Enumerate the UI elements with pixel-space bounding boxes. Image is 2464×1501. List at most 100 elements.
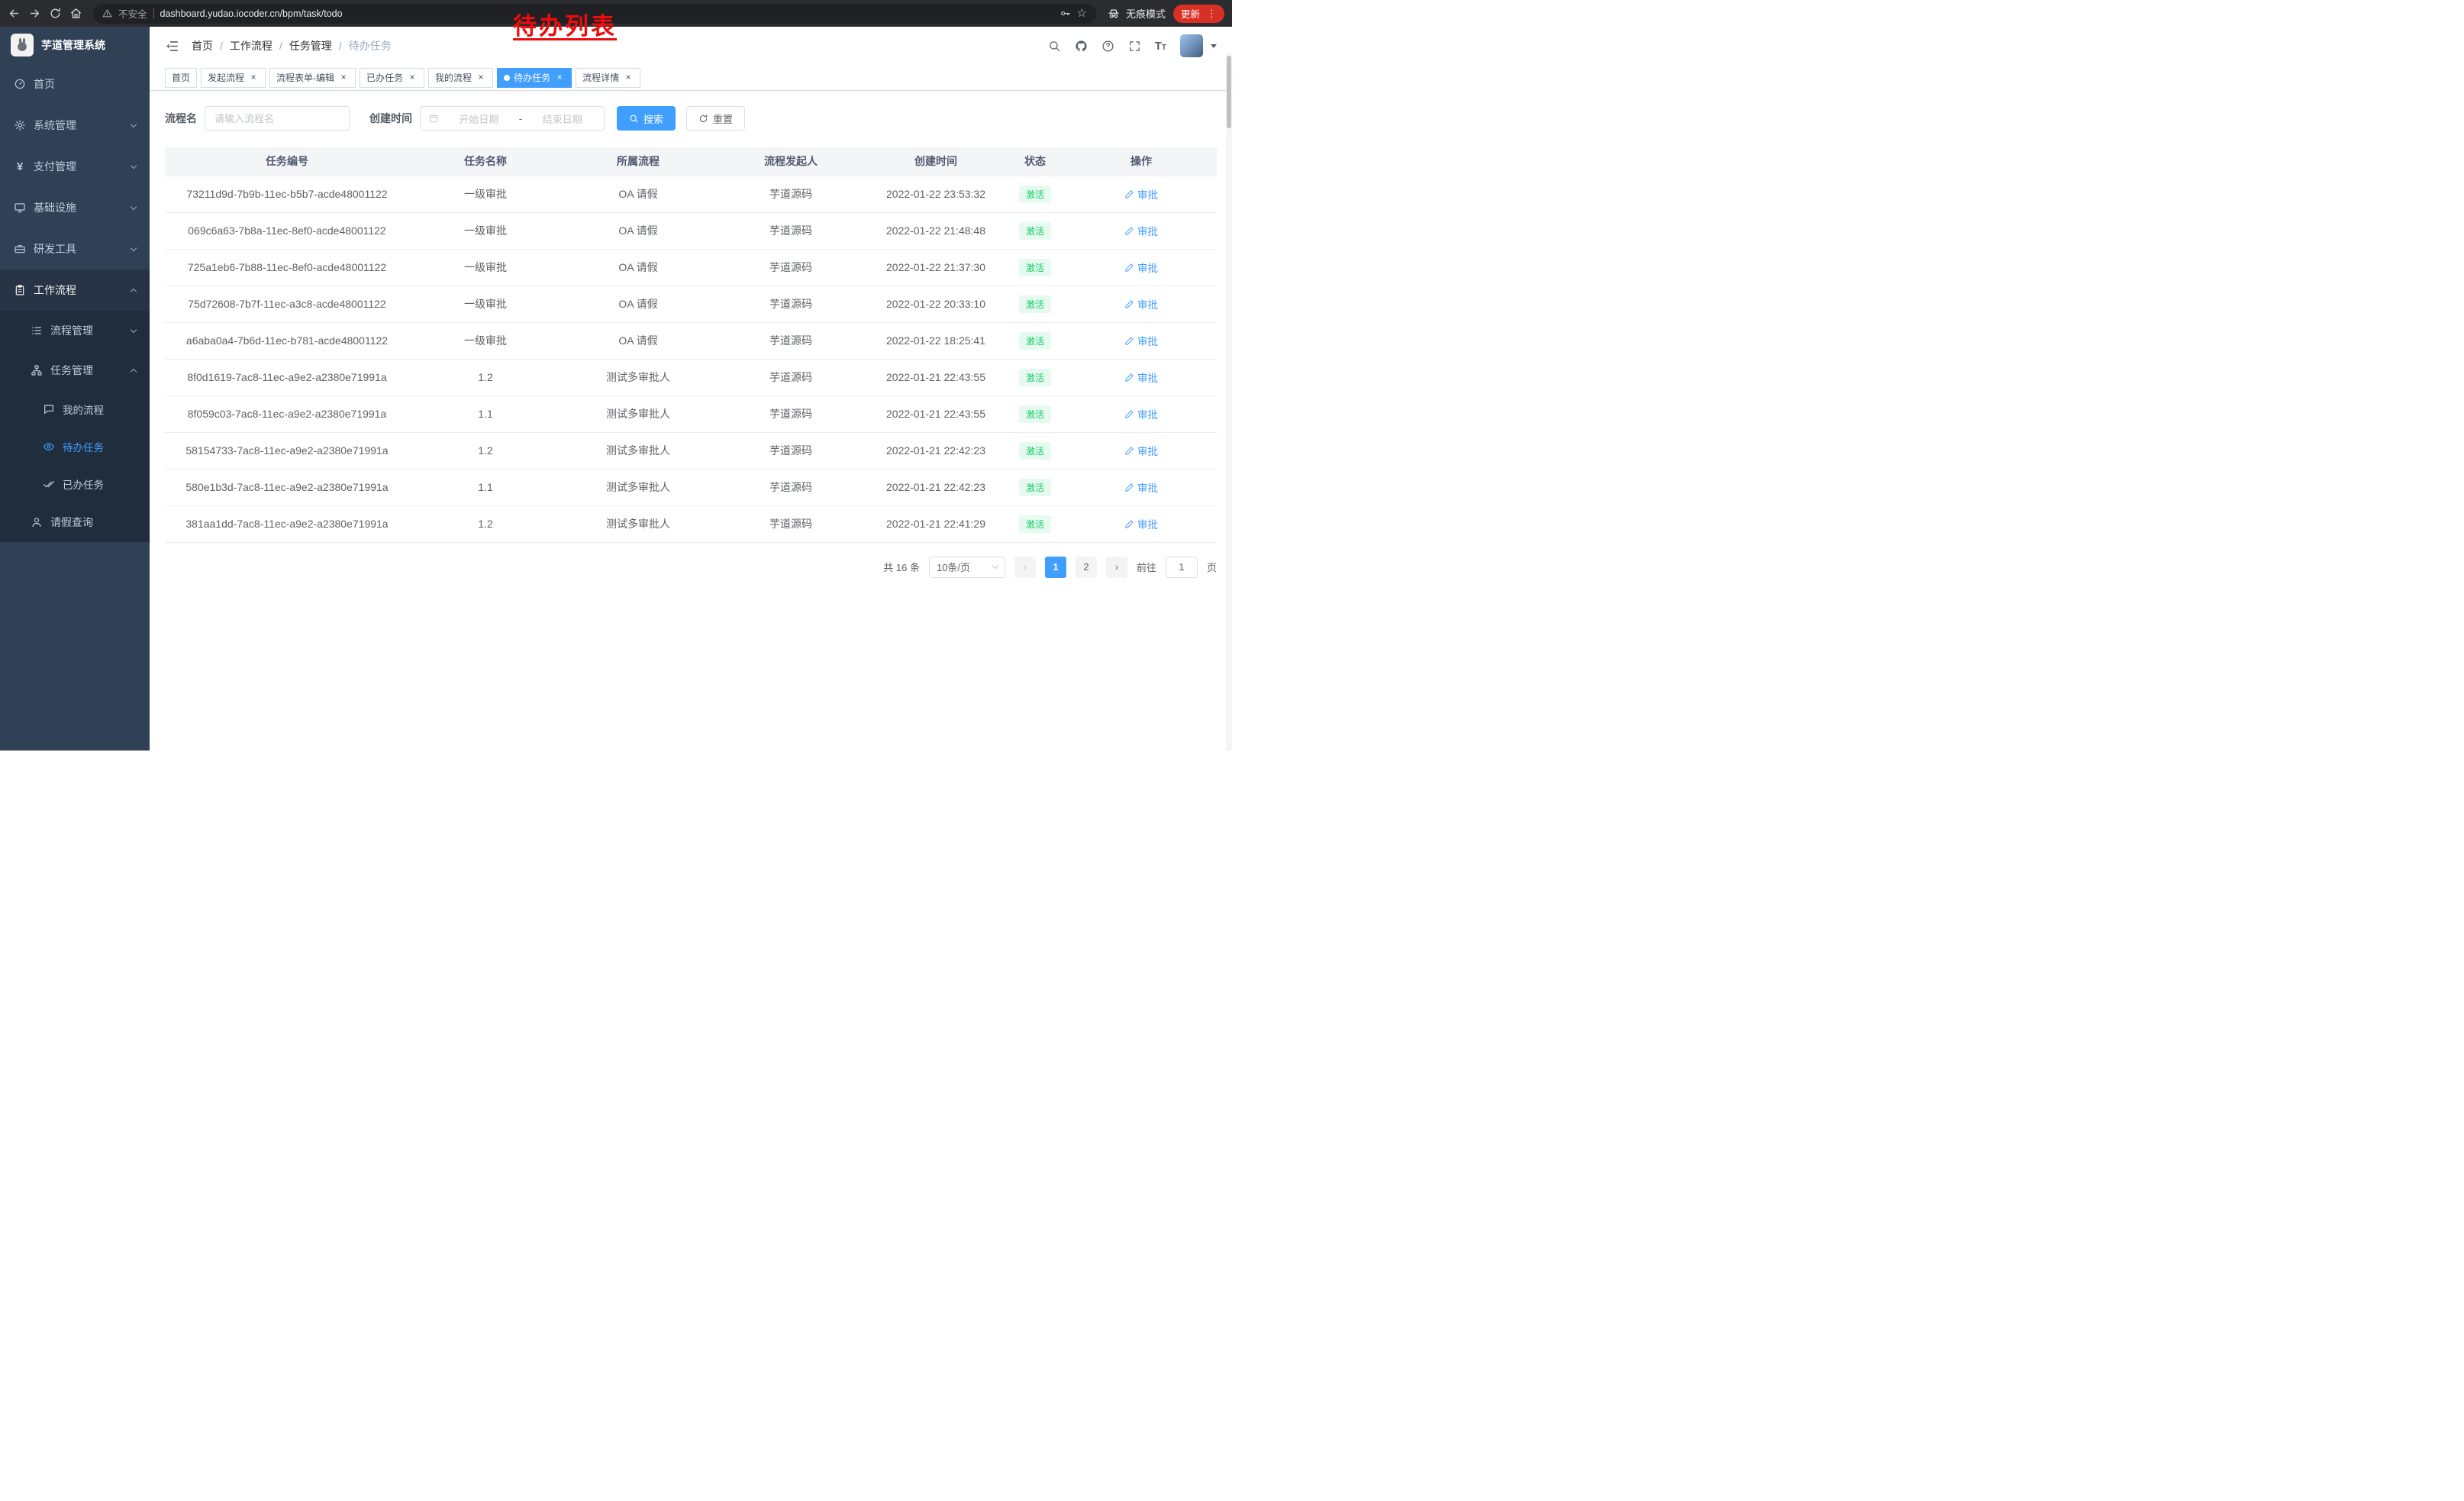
sidebar-item-todo-tasks[interactable]: 待办任务 [0, 428, 150, 465]
cell-status: 激活 [1005, 322, 1066, 359]
start-date-placeholder[interactable]: 开始日期 [445, 111, 513, 126]
back-icon[interactable] [8, 7, 21, 20]
yen-icon: ¥ [14, 161, 26, 173]
page-button-1[interactable]: 1 [1045, 557, 1066, 578]
sidebar-item-workflow[interactable]: 工作流程 [0, 270, 150, 311]
cell-task-id: 8f0d1619-7ac8-11ec-a9e2-a2380e71991a [165, 359, 409, 395]
home-icon[interactable] [69, 7, 82, 20]
close-icon[interactable]: × [554, 73, 565, 83]
approve-link[interactable]: 审批 [1124, 333, 1158, 348]
approve-link[interactable]: 审批 [1124, 516, 1158, 531]
reload-icon[interactable] [49, 7, 62, 20]
sidebar-item-devtools[interactable]: 研发工具 [0, 228, 150, 270]
approve-link[interactable]: 审批 [1124, 406, 1158, 421]
app: 芋道管理系统 首页 系统管理 ¥ 支付管理 基础设施 研发工具 工作 [0, 27, 1232, 750]
cell-status: 激活 [1005, 212, 1066, 249]
create-time-label: 创建时间 [369, 111, 412, 126]
sidebar-item-infra[interactable]: 基础设施 [0, 187, 150, 228]
address-bar[interactable]: 不安全 dashboard.yudao.iocoder.cn/bpm/task/… [93, 4, 1096, 24]
tab-form-edit[interactable]: 流程表单-编辑× [269, 68, 356, 88]
table-row: 75d72608-7b7f-11ec-a3c8-acde48001122 一级审… [165, 286, 1217, 322]
update-label[interactable]: 更新 [1181, 6, 1200, 21]
url-text[interactable]: dashboard.yudao.iocoder.cn/bpm/task/todo [160, 8, 343, 19]
approve-link[interactable]: 审批 [1124, 443, 1158, 458]
table-body: 73211d9d-7b9b-11ec-b5b7-acde48001122 一级审… [165, 176, 1217, 542]
close-icon[interactable]: × [338, 73, 349, 83]
sidebar-item-task-mgmt[interactable]: 任务管理 [0, 350, 150, 390]
status-badge: 激活 [1019, 332, 1051, 350]
key-icon[interactable] [1059, 8, 1071, 19]
approve-link[interactable]: 审批 [1124, 186, 1158, 202]
reset-button[interactable]: 重置 [686, 106, 745, 131]
help-icon[interactable] [1101, 40, 1114, 53]
goto-page-input[interactable] [1166, 557, 1198, 578]
close-icon[interactable]: × [476, 73, 486, 83]
github-icon[interactable] [1075, 40, 1088, 53]
sidebar-item-process-mgmt[interactable]: 流程管理 [0, 311, 150, 350]
approve-link[interactable]: 审批 [1124, 260, 1158, 275]
logo[interactable]: 芋道管理系统 [0, 27, 150, 63]
approve-link[interactable]: 审批 [1124, 370, 1158, 385]
cell-actions: 审批 [1066, 469, 1217, 505]
end-date-placeholder[interactable]: 结束日期 [528, 111, 596, 126]
active-dot [504, 75, 510, 81]
cell-status: 激活 [1005, 469, 1066, 505]
tab-home[interactable]: 首页 [165, 68, 197, 88]
sidebar-item-done-tasks[interactable]: 已办任务 [0, 465, 150, 502]
next-page-button[interactable]: › [1106, 557, 1127, 578]
cell-status: 激活 [1005, 395, 1066, 432]
approve-link[interactable]: 审批 [1124, 296, 1158, 311]
tab-todo-tasks[interactable]: 待办任务× [497, 68, 572, 88]
date-range-picker[interactable]: 开始日期 - 结束日期 [420, 106, 605, 131]
bookmark-star-icon[interactable]: ☆ [1077, 8, 1087, 19]
avatar-caret-icon[interactable] [1211, 44, 1217, 48]
prev-page-button[interactable]: ‹ [1014, 557, 1036, 578]
cell-actions: 审批 [1066, 322, 1217, 359]
cell-actions: 审批 [1066, 359, 1217, 395]
tab-start-process[interactable]: 发起流程× [201, 68, 266, 88]
breadcrumb-home[interactable]: 首页 [192, 38, 213, 53]
chevron-down-icon [131, 244, 137, 250]
tab-done-tasks[interactable]: 已办任务× [360, 68, 424, 88]
avatar[interactable] [1180, 34, 1203, 57]
close-icon[interactable]: × [407, 73, 418, 83]
forward-icon[interactable] [28, 7, 41, 20]
search-icon[interactable] [1048, 40, 1061, 53]
cell-task-id: 8f059c03-7ac8-11ec-a9e2-a2380e71991a [165, 395, 409, 432]
sidebar-item-payment[interactable]: ¥ 支付管理 [0, 146, 150, 187]
logo-image [11, 34, 34, 56]
clipboard-icon [14, 284, 26, 296]
chevron-down-icon [131, 121, 137, 127]
sidebar-collapse-icon[interactable] [165, 39, 179, 53]
update-button[interactable]: 更新 ⋮ [1173, 5, 1224, 23]
process-name-input[interactable] [205, 106, 350, 131]
tab-process-detail[interactable]: 流程详情× [576, 68, 640, 88]
app-title: 芋道管理系统 [41, 37, 105, 53]
page-size-select[interactable]: 10条/页 [929, 557, 1005, 578]
sidebar-item-home[interactable]: 首页 [0, 63, 150, 105]
status-badge: 激活 [1019, 222, 1051, 240]
cell-created: 2022-01-22 23:53:32 [867, 176, 1005, 212]
fullscreen-icon[interactable] [1128, 40, 1141, 53]
breadcrumb-workflow[interactable]: 工作流程 [230, 38, 273, 53]
font-size-icon[interactable]: TT [1155, 40, 1166, 52]
cell-created: 2022-01-21 22:42:23 [867, 469, 1005, 505]
close-icon[interactable]: × [248, 73, 259, 83]
breadcrumb-task-mgmt[interactable]: 任务管理 [289, 38, 332, 53]
sidebar-item-leave-query[interactable]: 请假查询 [0, 502, 150, 542]
sidebar-item-system[interactable]: 系统管理 [0, 105, 150, 146]
search-button[interactable]: 搜索 [617, 106, 676, 131]
approve-link[interactable]: 审批 [1124, 223, 1158, 238]
scrollbar-thumb[interactable] [1227, 56, 1231, 128]
close-icon[interactable]: × [623, 73, 634, 83]
security-label[interactable]: 不安全 [118, 6, 147, 21]
sidebar-item-my-process[interactable]: 我的流程 [0, 390, 150, 428]
edit-icon [1124, 373, 1134, 383]
cell-task-name: 一级审批 [409, 322, 562, 359]
approve-link[interactable]: 审批 [1124, 479, 1158, 495]
page-button-2[interactable]: 2 [1076, 557, 1097, 578]
browser-menu-icon[interactable]: ⋮ [1207, 8, 1217, 18]
cell-status: 激活 [1005, 432, 1066, 469]
cell-task-id: 73211d9d-7b9b-11ec-b5b7-acde48001122 [165, 176, 409, 212]
tab-my-process[interactable]: 我的流程× [428, 68, 493, 88]
